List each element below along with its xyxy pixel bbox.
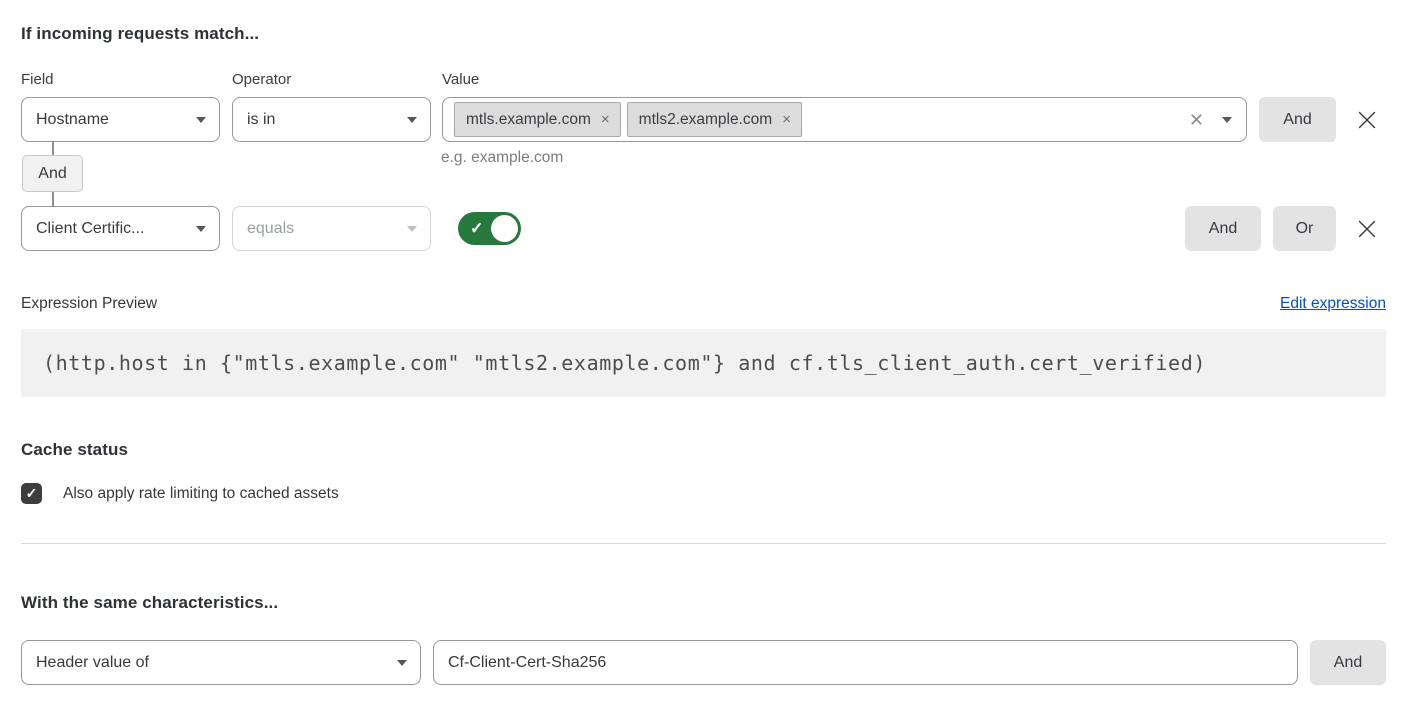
operator-column-label: Operator: [232, 71, 442, 88]
expression-code-block: (http.host in {"mtls.example.com" "mtls2…: [21, 329, 1386, 397]
chevron-down-icon: [397, 660, 407, 666]
value-tag: mtls.example.com ×: [454, 102, 621, 137]
value-multiselect-row1[interactable]: mtls.example.com × mtls2.example.com × ✕: [442, 97, 1247, 142]
field-select-row1[interactable]: Hostname: [21, 97, 220, 142]
toggle-knob: [491, 215, 518, 242]
chevron-down-icon[interactable]: [1222, 117, 1232, 123]
operator-select-row1-value: is in: [247, 111, 275, 129]
expression-code: (http.host in {"mtls.example.com" "mtls2…: [43, 351, 1206, 375]
chevron-down-icon: [407, 226, 417, 232]
cache-status-title: Cache status: [21, 440, 1386, 460]
characteristics-title: With the same characteristics...: [21, 593, 1386, 613]
operator-select-row2-disabled: equals: [232, 206, 431, 251]
value-hint-text: e.g. example.com: [441, 149, 563, 167]
condition-row-2: Client Certific... equals ✓ And Or: [21, 206, 1386, 251]
chevron-down-icon: [196, 226, 206, 232]
field-column-label: Field: [21, 71, 232, 88]
field-select-row1-value: Hostname: [36, 111, 109, 129]
connector-and-button[interactable]: And: [22, 155, 83, 192]
edit-expression-link[interactable]: Edit expression: [1280, 295, 1386, 313]
remove-tag-icon[interactable]: ×: [601, 112, 610, 127]
add-characteristic-button[interactable]: And: [1310, 640, 1386, 685]
value-tag-label: mtls2.example.com: [639, 111, 773, 129]
chevron-down-icon: [196, 117, 206, 123]
add-and-condition-button-row2[interactable]: And: [1185, 206, 1261, 251]
cache-checkbox-label: Also apply rate limiting to cached asset…: [63, 485, 339, 503]
cache-checkbox-row: ✓ Also apply rate limiting to cached ass…: [21, 483, 1386, 504]
cache-checkbox[interactable]: ✓: [21, 483, 42, 504]
cert-verified-toggle[interactable]: ✓: [458, 212, 521, 245]
match-section-title: If incoming requests match...: [21, 24, 1386, 44]
operator-select-row1[interactable]: is in: [232, 97, 431, 142]
add-and-condition-button-row1[interactable]: And: [1259, 97, 1336, 142]
operator-select-row2-value: equals: [247, 220, 294, 238]
value-tag-label: mtls.example.com: [466, 111, 591, 129]
delete-condition-row2-icon[interactable]: [1357, 219, 1377, 239]
characteristics-row: Header value of And: [21, 640, 1386, 685]
connector-area: And e.g. example.com: [21, 142, 1386, 206]
add-or-condition-button-row2[interactable]: Or: [1273, 206, 1336, 251]
condition-row-1: Hostname is in mtls.example.com × mtls2.…: [21, 97, 1386, 142]
value-column-label: Value: [442, 71, 479, 88]
field-select-row2[interactable]: Client Certific...: [21, 206, 220, 251]
characteristic-select[interactable]: Header value of: [21, 640, 421, 685]
expression-preview-label: Expression Preview: [21, 295, 157, 313]
value-box-controls: ✕: [1189, 111, 1232, 129]
delete-condition-row1-icon[interactable]: [1357, 110, 1377, 130]
section-divider: [21, 543, 1386, 544]
characteristic-select-value: Header value of: [36, 654, 149, 672]
field-select-row2-value: Client Certific...: [36, 220, 144, 238]
remove-tag-icon[interactable]: ×: [782, 112, 791, 127]
value-tag: mtls2.example.com ×: [627, 102, 802, 137]
rule-builder: If incoming requests match... Field Oper…: [0, 0, 1420, 685]
clear-values-icon[interactable]: ✕: [1189, 111, 1204, 129]
expression-preview-header: Expression Preview Edit expression: [21, 295, 1386, 313]
condition-column-labels: Field Operator Value: [21, 71, 1386, 88]
header-name-input[interactable]: [433, 640, 1298, 685]
chevron-down-icon: [407, 117, 417, 123]
check-icon: ✓: [470, 218, 483, 238]
